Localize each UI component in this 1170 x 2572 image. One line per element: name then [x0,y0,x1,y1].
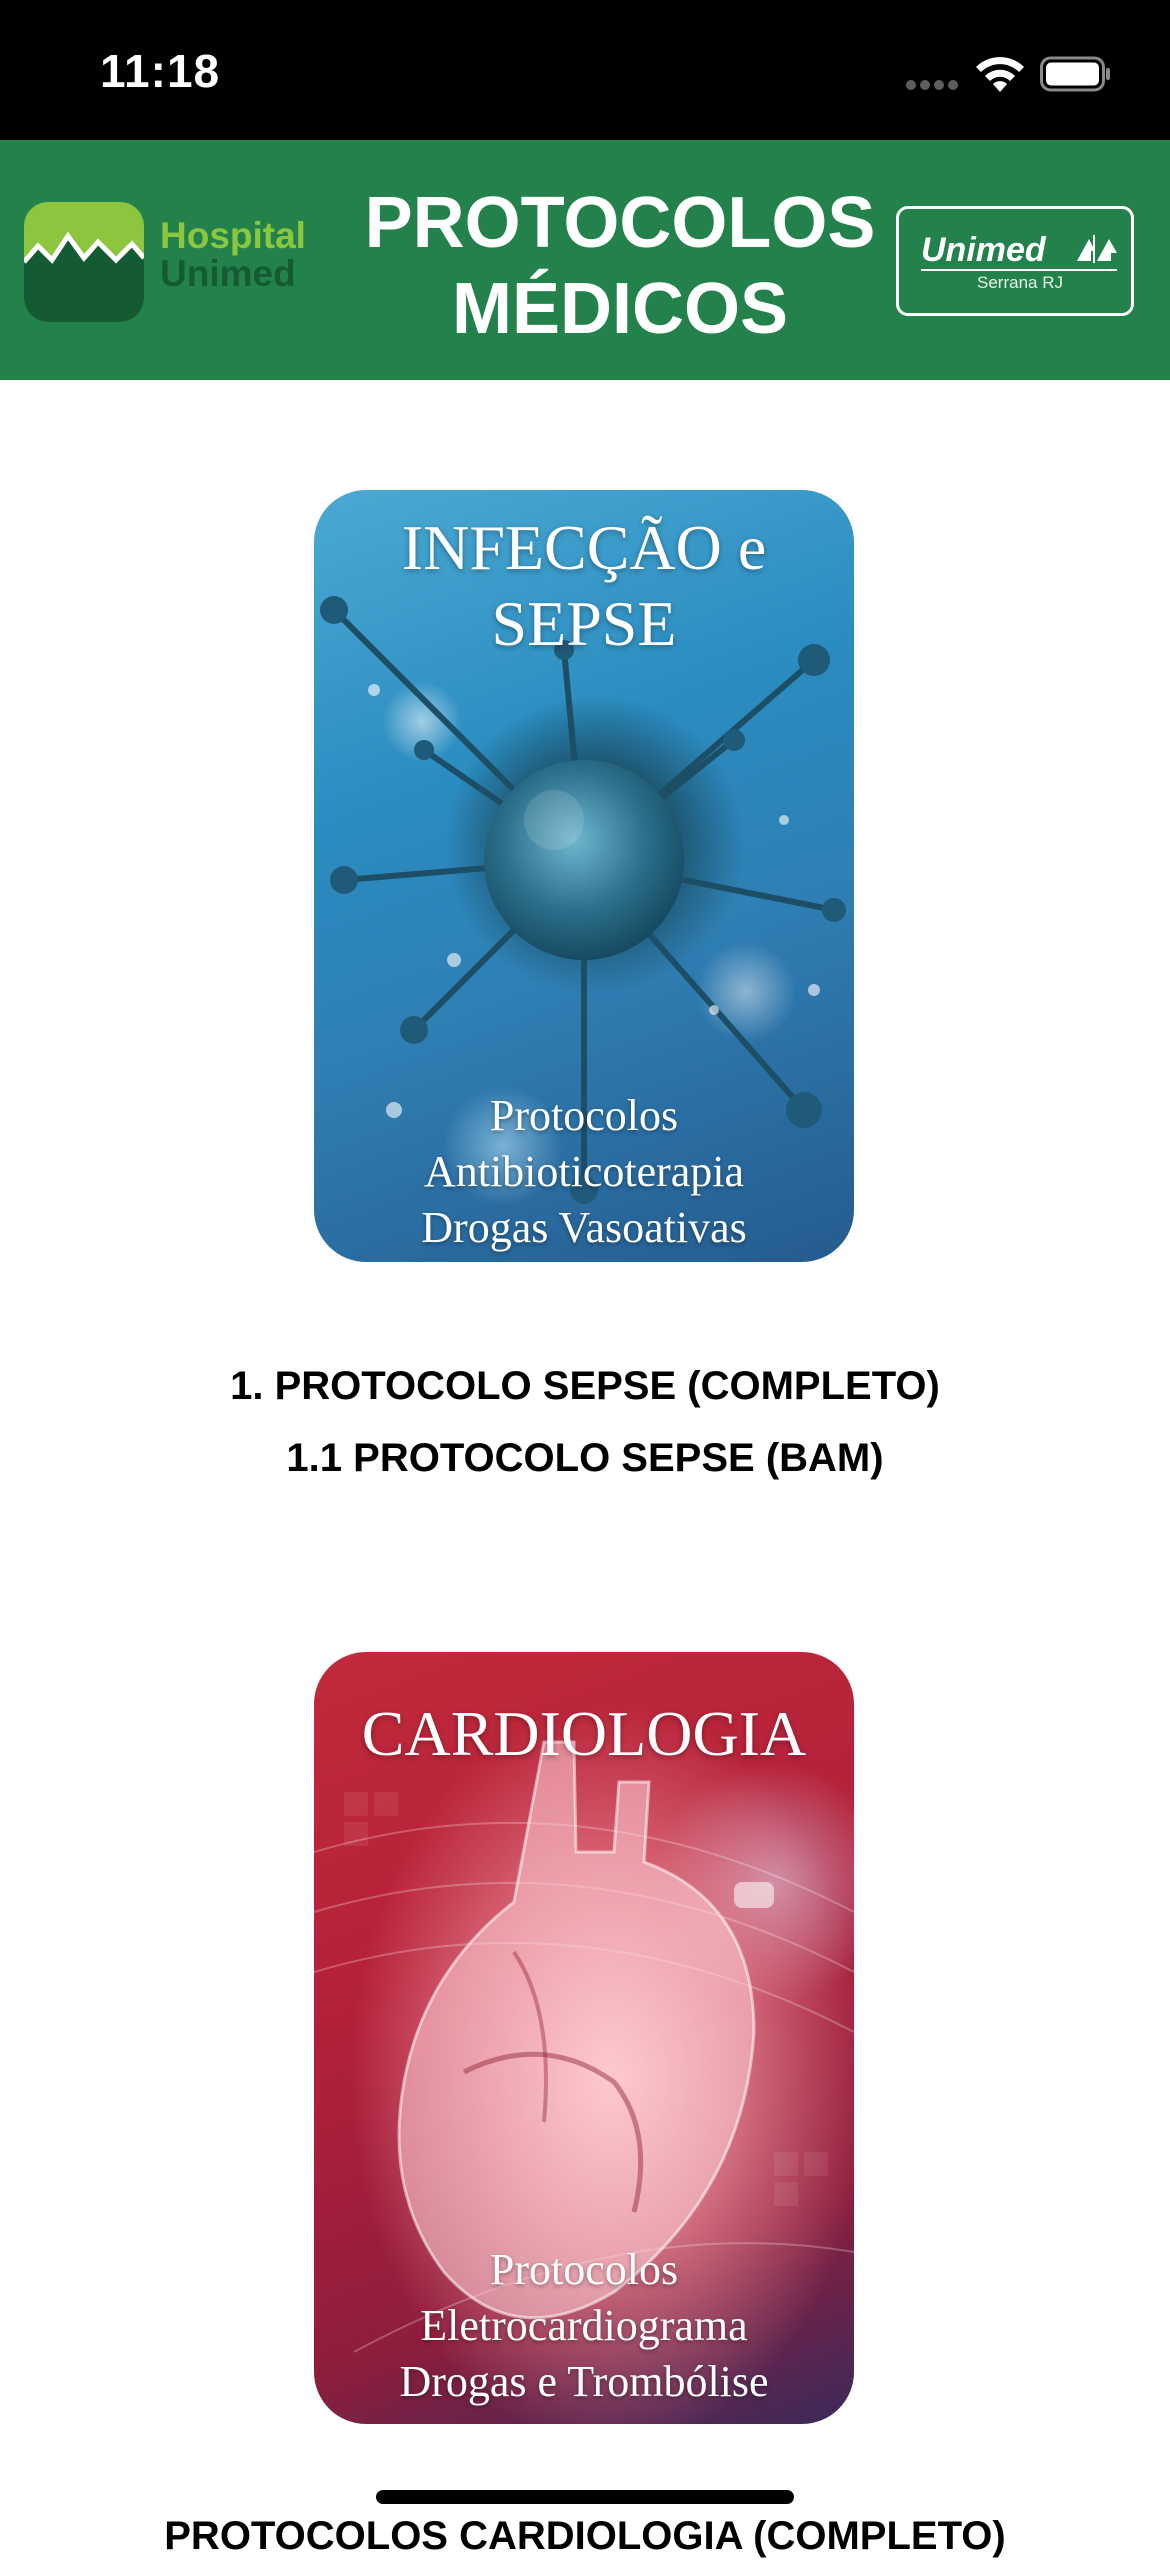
unimed-logo-divider [921,269,1117,271]
card-subtitle-line2: Antibioticoterapia [423,1147,745,1196]
unimed-serrana-logo: Unimed Serrana RJ [896,206,1134,316]
card-subtitle: Protocolos Antibioticoterapia Drogas Vas… [314,1088,854,1256]
page-title-line2: MÉDICOS [451,269,789,349]
sepse-protocol-links: 1. PROTOCOLO SEPSE (COMPLETO) 1.1 PROTOC… [0,1350,1170,1494]
card-subtitle-line3: Drogas e Trombólise [399,2357,769,2406]
card-title: CARDIOLOGIA [314,1696,854,1772]
protocol-link-sepse-completo[interactable]: 1. PROTOCOLO SEPSE (COMPLETO) [0,1350,1170,1422]
card-subtitle: Protocolos Eletrocardiograma Drogas e Tr… [314,2242,854,2410]
unimed-logo-word: Unimed [160,253,296,294]
home-indicator[interactable] [376,2490,794,2504]
card-title-line1: CARDIOLOGIA [361,1698,807,1769]
status-bar: 11:18 [0,0,1170,140]
unimed-logo-text: Unimed [921,231,1046,269]
sepse-protocol-card[interactable]: INFECÇÃO e SEPSE Protocolos Antibioticot… [314,490,854,1262]
wifi-icon [976,57,1024,92]
app-header: Hospital Unimed PROTOCOLOS MÉDICOS Unime… [0,140,1170,380]
card-subtitle-line1: Protocolos [489,2245,679,2294]
card-subtitle-line3: Drogas Vasoativas [421,1203,747,1252]
cardiologia-protocol-links: PROTOCOLOS CARDIOLOGIA (COMPLETO) [0,2500,1170,2572]
cellular-signal-icon [906,80,958,92]
card-subtitle-line1: Protocolos [489,1091,679,1140]
hospital-logo-mark-icon [24,202,144,322]
card-title: INFECÇÃO e SEPSE [314,510,854,662]
protocol-link-cardiologia-completo[interactable]: PROTOCOLOS CARDIOLOGIA (COMPLETO) [0,2500,1170,2572]
battery-icon [1040,56,1110,92]
status-time: 11:18 [100,45,221,97]
page-title: PROTOCOLOS MÉDICOS [340,180,900,352]
hospital-unimed-logo: Hospital Unimed [24,202,324,324]
card-title-line1: INFECÇÃO e [401,512,767,583]
hospital-logo-word: Hospital [160,215,306,256]
page-title-line1: PROTOCOLOS [364,183,876,263]
protocol-link-sepse-bam[interactable]: 1.1 PROTOCOLO SEPSE (BAM) [0,1422,1170,1494]
card-subtitle-line2: Eletrocardiograma [420,2301,748,2350]
card-title-line2: SEPSE [491,588,677,659]
cardiologia-protocol-card[interactable]: CARDIOLOGIA Protocolos Eletrocardiograma… [314,1652,854,2424]
unimed-tree-icon [1077,235,1117,263]
unimed-logo-subtitle: Serrana RJ [977,273,1063,292]
